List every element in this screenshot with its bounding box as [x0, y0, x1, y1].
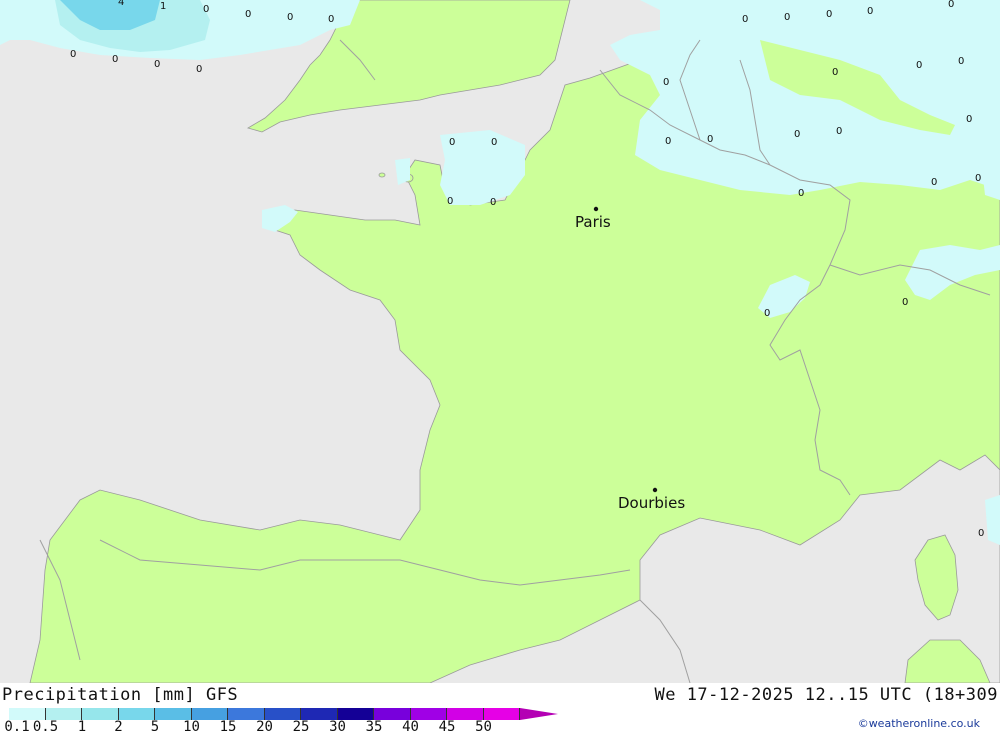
contour-label: 0: [966, 114, 972, 125]
city-label-dourbies: Dourbies: [618, 494, 685, 512]
contour-label: 4: [118, 0, 124, 8]
contour-label: 0: [832, 67, 838, 78]
contour-label: 0: [328, 14, 334, 25]
contour-label: 0: [707, 134, 713, 145]
legend-tick-labels: 0.1 0.5 1 2 5 10 15 20 25 30 35 40 45 50: [0, 719, 540, 735]
contour-label: 0: [196, 64, 202, 75]
city-marker-paris: [593, 206, 599, 212]
contour-label: 0: [70, 49, 76, 60]
contour-label: 0: [203, 4, 209, 15]
contour-label: 0: [287, 12, 293, 23]
contour-label: 0: [245, 9, 251, 20]
contour-label: 0: [975, 173, 981, 184]
contour-label: 0: [449, 137, 455, 148]
contour-label: 0: [154, 59, 160, 70]
contour-label: 0: [665, 136, 671, 147]
contour-label: 0: [490, 197, 496, 208]
contour-label: 1: [160, 1, 166, 12]
contour-label: 0: [958, 56, 964, 67]
forecast-map: 0 0 0 0 0 0 0 0 0 0 0 0 0 0 0 0 0 0 0 0 …: [0, 0, 1000, 683]
contour-label: 0: [948, 0, 954, 10]
city-label-paris: Paris: [575, 213, 611, 231]
contour-label: 0: [491, 137, 497, 148]
contour-label: 0: [112, 54, 118, 65]
forecast-timestamp: We 17-12-2025 12..15 UTC (18+309: [654, 685, 998, 705]
credit-link[interactable]: ©weatheronline.co.uk: [858, 717, 980, 730]
contour-label: 0: [931, 177, 937, 188]
contour-label: 0: [978, 528, 984, 539]
precip-area-benelux: [610, 0, 1000, 195]
contour-label: 0: [836, 126, 842, 137]
contour-label: 0: [784, 12, 790, 23]
contour-label: 0: [916, 60, 922, 71]
contour-label: 0: [826, 9, 832, 20]
contour-label: 0: [794, 129, 800, 140]
map-footer: Precipitation [mm] GFS We 17-12-2025 12.…: [0, 683, 1000, 735]
legend-title: Precipitation [mm] GFS: [2, 685, 239, 705]
contour-label: 0: [902, 297, 908, 308]
contour-label: 0: [798, 188, 804, 199]
contour-label: 0: [764, 308, 770, 319]
contour-label: 0: [447, 196, 453, 207]
land-island: [378, 172, 386, 178]
city-marker-dourbies: [652, 487, 658, 493]
contour-label: 0: [663, 77, 669, 88]
contour-label: 0: [867, 6, 873, 17]
contour-label: 0: [742, 14, 748, 25]
